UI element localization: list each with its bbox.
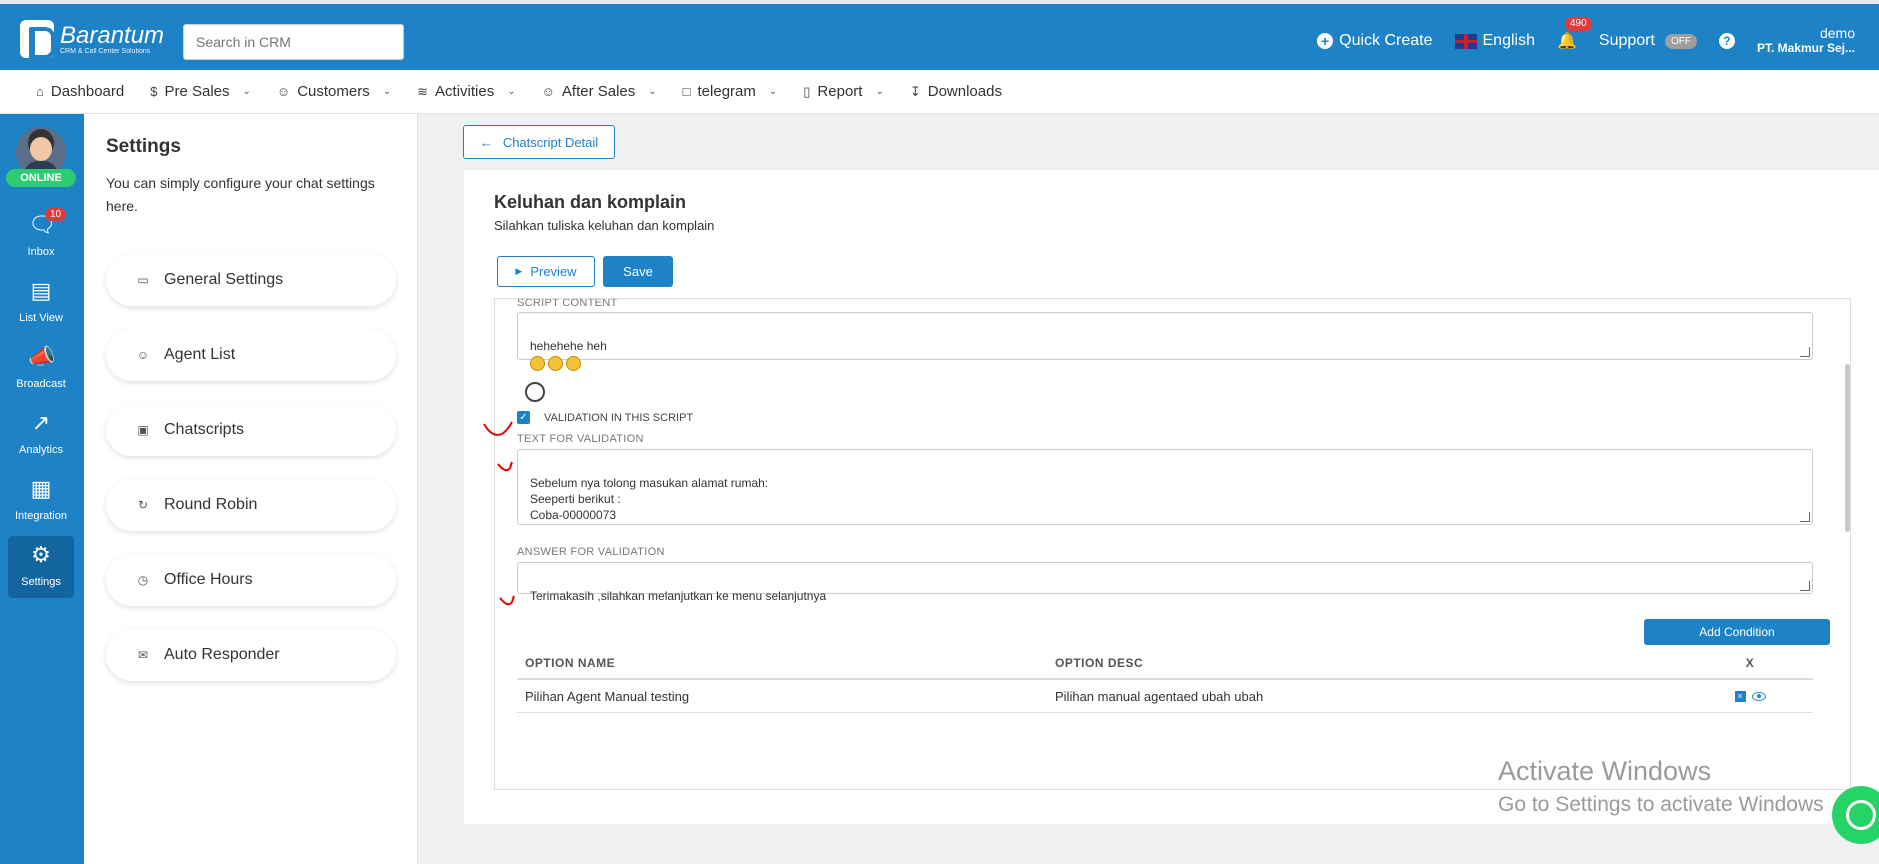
annotation-marks — [483, 421, 515, 606]
red-checkmark — [497, 461, 513, 472]
windows-activation-watermark: Activate Windows Go to Settings to activ… — [1498, 756, 1824, 817]
red-checkmark — [483, 421, 513, 436]
watermark-line2: Go to Settings to activate Windows — [1498, 793, 1824, 816]
watermark-line1: Activate Windows — [1498, 756, 1712, 786]
red-checkmark — [499, 595, 515, 606]
